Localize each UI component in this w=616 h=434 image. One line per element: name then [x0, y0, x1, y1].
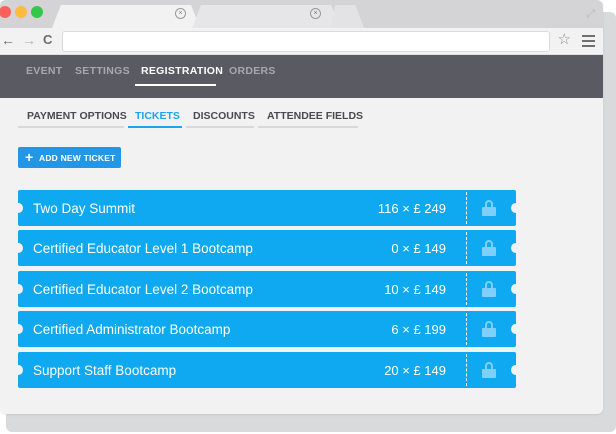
ticket-row[interactable]: Certified Administrator Bootcamp 6 × £ 1… — [14, 311, 520, 347]
tab-settings[interactable]: SETTINGS — [75, 65, 130, 77]
add-new-ticket-label: ADD NEW TICKET — [39, 153, 116, 163]
active-main-tab-indicator — [135, 84, 216, 86]
ticket-perforation — [466, 273, 467, 305]
ticket-row[interactable]: Support Staff Bootcamp 20 × £ 149 — [14, 352, 520, 388]
subtab-underline — [186, 126, 254, 128]
ticket-notch — [511, 324, 520, 334]
lock-icon[interactable] — [482, 200, 496, 216]
ticket-perforation — [466, 192, 467, 224]
ticket-row[interactable]: Two Day Summit 116 × £ 249 — [14, 190, 520, 226]
ticket-name: Certified Educator Level 2 Bootcamp — [33, 282, 253, 297]
app-main-nav: EVENT SETTINGS REGISTRATION ORDERS — [0, 55, 603, 98]
ticket-perforation — [466, 232, 467, 264]
tab-close-icon[interactable]: × — [175, 8, 186, 19]
ticket-notch — [511, 365, 520, 375]
lock-icon[interactable] — [482, 362, 496, 378]
ticket-row[interactable]: Certified Educator Level 1 Bootcamp 0 × … — [14, 230, 520, 266]
forward-arrow-icon[interactable]: → — [22, 32, 36, 48]
subtab-payment-options[interactable]: PAYMENT OPTIONS — [27, 110, 127, 122]
reload-icon[interactable]: C — [43, 32, 52, 48]
sub-navigation: PAYMENT OPTIONS TICKETS DISCOUNTS ATTEND… — [0, 98, 603, 138]
ticket-quantity-price: 116 × £ 249 — [377, 201, 446, 216]
browser-menu-icon[interactable] — [582, 35, 595, 50]
ticket-name: Certified Administrator Bootcamp — [33, 322, 231, 337]
tab-event[interactable]: EVENT — [26, 65, 63, 77]
ticket-name: Two Day Summit — [33, 201, 136, 216]
ticket-perforation — [466, 354, 467, 386]
ticket-notch — [14, 243, 23, 253]
ticket-quantity-price: 10 × £ 149 — [384, 282, 446, 297]
subtab-underline — [258, 126, 358, 128]
ticket-perforation — [466, 313, 467, 345]
ticket-quantity-price: 20 × £ 149 — [384, 363, 446, 378]
browser-toolbar: ← → C ☆ — [0, 28, 603, 55]
ticket-notch — [14, 365, 23, 375]
subtab-underline — [18, 126, 124, 128]
tab-registration[interactable]: REGISTRATION — [141, 65, 223, 77]
lock-icon[interactable] — [482, 321, 496, 337]
browser-window: × × ⤢ ← → C ☆ EVENT SETTINGS REGISTRATIO… — [0, 0, 603, 414]
close-window-button[interactable] — [0, 6, 11, 18]
ticket-quantity-price: 6 × £ 199 — [391, 322, 446, 337]
fullscreen-icon[interactable]: ⤢ — [586, 8, 595, 21]
tab-orders[interactable]: ORDERS — [229, 65, 276, 77]
ticket-notch — [14, 203, 23, 213]
address-bar[interactable] — [62, 31, 550, 52]
new-tab-button[interactable] — [330, 5, 364, 28]
ticket-notch — [511, 243, 520, 253]
tab-close-icon[interactable]: × — [310, 8, 321, 19]
lock-icon[interactable] — [482, 240, 496, 256]
ticket-quantity-price: 0 × £ 149 — [391, 241, 446, 256]
subtab-tickets[interactable]: TICKETS — [135, 110, 180, 122]
maximize-window-button[interactable] — [31, 6, 43, 18]
subtab-underline-active — [128, 126, 182, 128]
subtab-attendee-fields[interactable]: ATTENDEE FIELDS — [267, 110, 363, 122]
ticket-notch — [14, 284, 23, 294]
ticket-name: Support Staff Bootcamp — [33, 363, 177, 378]
lock-icon[interactable] — [482, 281, 496, 297]
ticket-name: Certified Educator Level 1 Bootcamp — [33, 241, 253, 256]
ticket-notch — [511, 203, 520, 213]
plus-icon: + — [25, 149, 34, 165]
bookmark-star-icon[interactable]: ☆ — [558, 32, 571, 48]
ticket-row[interactable]: Certified Educator Level 2 Bootcamp 10 ×… — [14, 271, 520, 307]
browser-tab-strip: × × ⤢ — [0, 0, 603, 28]
ticket-notch — [511, 284, 520, 294]
minimize-window-button[interactable] — [15, 6, 27, 18]
ticket-notch — [14, 324, 23, 334]
back-arrow-icon[interactable]: ← — [1, 32, 15, 48]
subtab-discounts[interactable]: DISCOUNTS — [193, 110, 255, 122]
add-new-ticket-button[interactable]: + ADD NEW TICKET — [18, 147, 121, 168]
